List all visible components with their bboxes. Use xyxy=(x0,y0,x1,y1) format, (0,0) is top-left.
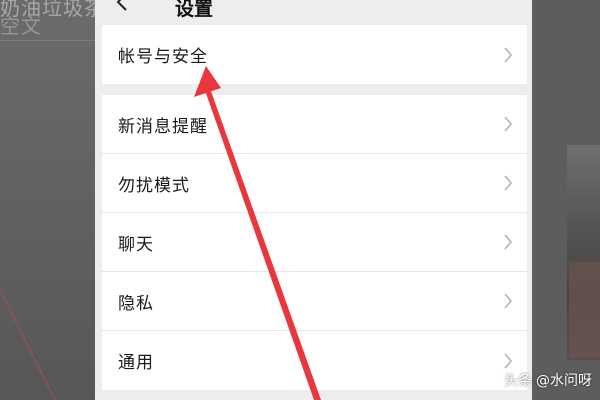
background-divider xyxy=(0,40,95,41)
settings-item-privacy[interactable]: 隐私 xyxy=(102,272,527,331)
settings-item-label: 帐号与安全 xyxy=(118,47,208,67)
background-right-card xyxy=(569,262,600,357)
nav-header: 设置 xyxy=(95,0,532,24)
settings-item-chat[interactable]: 聊天 xyxy=(102,213,527,272)
settings-item-label: 勿扰模式 xyxy=(118,175,190,196)
chevron-left-icon[interactable] xyxy=(113,0,133,12)
settings-group-account: 帐号与安全 xyxy=(102,25,527,84)
background-app-left: 奶油垃圾茶白 空文 xyxy=(0,0,125,400)
background-text-secondary: 空文 xyxy=(0,14,42,38)
chevron-right-icon xyxy=(504,46,513,63)
watermark: 头条 @水问呀 xyxy=(504,370,592,390)
settings-group-general: 新消息提醒 勿扰模式 聊天 隐私 通用 xyxy=(102,95,527,390)
settings-item-notifications[interactable]: 新消息提醒 xyxy=(102,95,527,154)
settings-item-label: 隐私 xyxy=(118,293,154,314)
chevron-right-icon xyxy=(504,352,513,369)
settings-item-do-not-disturb[interactable]: 勿扰模式 xyxy=(102,154,527,213)
page-title: 设置 xyxy=(175,0,214,20)
settings-item-account-security[interactable]: 帐号与安全 xyxy=(102,25,527,84)
chevron-right-icon xyxy=(504,175,513,191)
settings-item-label: 新消息提醒 xyxy=(118,116,208,137)
watermark-brand: 头条 xyxy=(504,373,532,389)
chevron-right-icon xyxy=(504,116,513,132)
settings-item-general[interactable]: 通用 xyxy=(102,331,527,390)
settings-item-label: 聊天 xyxy=(118,234,154,255)
chevron-right-icon xyxy=(504,234,513,250)
watermark-handle: @水问呀 xyxy=(536,373,592,389)
settings-screen: 设置 帐号与安全 新消息提醒 勿扰模式 聊天 隐私 通用 xyxy=(95,0,532,400)
chevron-right-icon xyxy=(504,293,513,309)
settings-item-label: 通用 xyxy=(118,353,154,373)
